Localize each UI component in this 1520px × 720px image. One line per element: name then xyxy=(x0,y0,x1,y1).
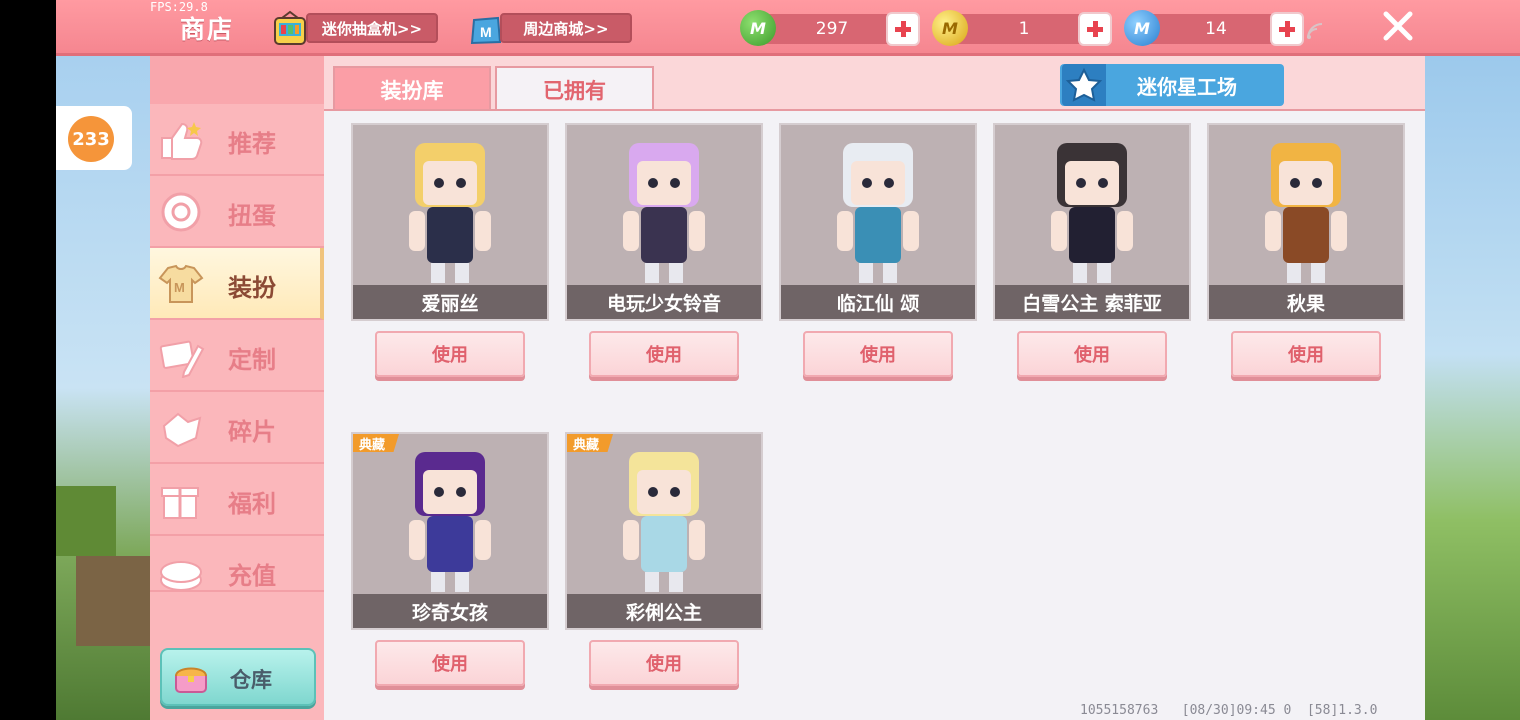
page-title: 商店 xyxy=(180,15,235,44)
green-gem-value: 297 xyxy=(815,19,849,39)
gift-icon xyxy=(161,487,199,519)
gold-coin-balance: 1 xyxy=(950,14,1098,44)
tab-owned[interactable]: 已拥有 xyxy=(495,66,654,111)
skin-name: 彩俐公主 xyxy=(567,594,761,628)
sidebar-item-label: 碎片 xyxy=(228,418,276,446)
skin-name: 爱丽丝 xyxy=(353,285,547,319)
svg-text:M: M xyxy=(174,280,185,295)
warehouse-button[interactable]: 仓库 xyxy=(160,648,316,706)
blue-coin-value: 14 xyxy=(1205,19,1227,39)
shirt-icon: M xyxy=(158,264,204,303)
use-skin-button[interactable]: 使用 xyxy=(375,640,525,686)
close-icon[interactable] xyxy=(1380,8,1416,44)
add-gold-coin-button[interactable] xyxy=(1078,12,1112,46)
collector-tag: 典藏 xyxy=(567,434,614,452)
signal-icon xyxy=(1307,23,1323,39)
badge-count: 233 xyxy=(68,116,114,162)
warehouse-label: 仓库 xyxy=(230,668,272,692)
fragment-icon xyxy=(162,412,202,448)
merch-store-button[interactable]: 周边商城>> xyxy=(500,13,632,43)
skin-card[interactable]: 临江仙 颂 xyxy=(779,123,977,321)
use-skin-button[interactable]: 使用 xyxy=(803,331,953,377)
add-green-gem-button[interactable] xyxy=(886,12,920,46)
skin-card[interactable]: 典藏 彩俐公主 xyxy=(565,432,763,630)
thumbs-up-icon xyxy=(161,122,203,160)
sidebar: 推荐 扭蛋 M 装扮 定制 碎片 福利 充值 xyxy=(150,56,324,720)
use-skin-button[interactable]: 使用 xyxy=(589,331,739,377)
skin-name: 临江仙 颂 xyxy=(781,285,975,319)
skin-name: 珍奇女孩 xyxy=(353,594,547,628)
blue-coin-balance: 14 xyxy=(1142,14,1290,44)
svg-text:M: M xyxy=(480,24,492,40)
tab-outfit-library[interactable]: 装扮库 xyxy=(333,66,491,111)
skin-card[interactable]: 电玩少女铃音 xyxy=(565,123,763,321)
gold-m-coin-icon: M xyxy=(932,10,968,46)
sidebar-item-label: 福利 xyxy=(228,490,276,518)
lootbox-machine-button[interactable]: 迷你抽盒机>> xyxy=(306,13,438,43)
capsule-icon xyxy=(161,192,201,232)
sidebar-divider xyxy=(150,590,324,592)
build-info: 1055158763 [08/30]09:45 0 [58]1.3.0 xyxy=(1080,703,1378,718)
sidebar-header xyxy=(150,56,324,104)
skin-name: 电玩少女铃音 xyxy=(567,285,761,319)
recharge-icon xyxy=(160,561,202,590)
gold-coin-value: 1 xyxy=(1018,19,1030,39)
sidebar-item-custom[interactable]: 定制 xyxy=(150,320,324,392)
notification-badge[interactable]: 233 xyxy=(56,106,132,170)
use-skin-button[interactable]: 使用 xyxy=(589,640,739,686)
chest-icon xyxy=(175,667,207,693)
skin-name: 白雪公主 索菲亚 xyxy=(995,285,1189,319)
sidebar-item-label: 扭蛋 xyxy=(228,202,276,230)
green-gem-balance: 297 xyxy=(758,14,906,44)
sidebar-item-gacha[interactable]: 扭蛋 xyxy=(150,176,324,248)
sidebar-item-recommend[interactable]: 推荐 xyxy=(150,104,324,176)
sidebar-item-label: 充值 xyxy=(228,562,276,590)
shopping-bag-icon[interactable]: M xyxy=(468,10,504,46)
skin-name: 秋果 xyxy=(1209,285,1403,319)
pencil-ruler-icon xyxy=(159,340,205,378)
use-skin-button[interactable]: 使用 xyxy=(375,331,525,377)
sidebar-item-fragments[interactable]: 碎片 xyxy=(150,392,324,464)
lootbox-machine-icon[interactable] xyxy=(272,10,308,46)
mini-studio-label: 迷你星工场 xyxy=(1137,74,1237,99)
sidebar-item-outfit[interactable]: M 装扮 xyxy=(150,248,324,320)
skin-card[interactable]: 典藏 珍奇女孩 xyxy=(351,432,549,630)
sidebar-item-recharge[interactable]: 充值 xyxy=(150,536,324,590)
screen-edge xyxy=(0,0,56,720)
star-icon xyxy=(1062,64,1106,106)
mini-studio-button[interactable]: 迷你星工场 xyxy=(1060,64,1284,106)
collector-tag: 典藏 xyxy=(353,434,400,452)
use-skin-button[interactable]: 使用 xyxy=(1231,331,1381,377)
blue-m-coin-icon: M xyxy=(1124,10,1160,46)
skin-card[interactable]: 白雪公主 索菲亚 xyxy=(993,123,1191,321)
sidebar-item-label: 推荐 xyxy=(228,130,276,158)
skin-card[interactable]: 秋果 xyxy=(1207,123,1405,321)
sidebar-item-label: 装扮 xyxy=(228,274,276,302)
sidebar-item-label: 定制 xyxy=(228,346,276,374)
game-background-right xyxy=(1425,56,1520,720)
add-blue-coin-button[interactable] xyxy=(1270,12,1304,46)
green-gem-icon: M xyxy=(740,10,776,46)
sidebar-item-benefits[interactable]: 福利 xyxy=(150,464,324,536)
skin-card[interactable]: 爱丽丝 xyxy=(351,123,549,321)
use-skin-button[interactable]: 使用 xyxy=(1017,331,1167,377)
